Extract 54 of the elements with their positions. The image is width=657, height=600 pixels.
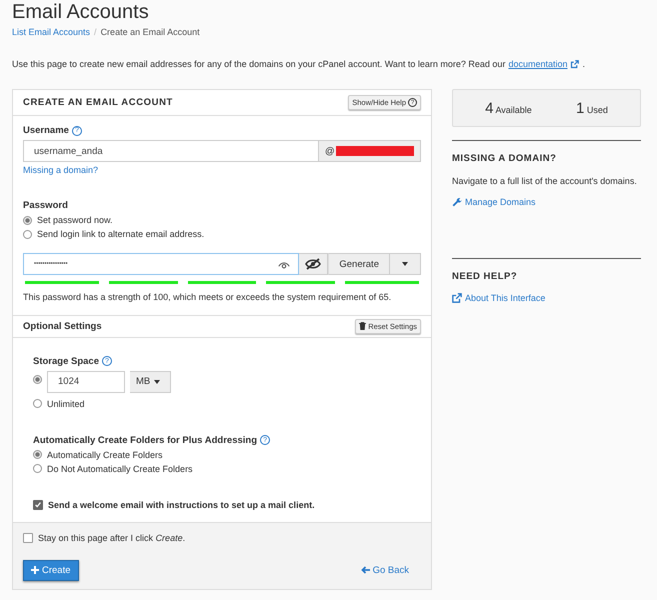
- missing-domain-link[interactable]: Missing a domain?: [23, 165, 421, 175]
- stat-count: 1 Used: [576, 100, 608, 116]
- period-text: .: [582, 59, 585, 69]
- checkbox[interactable]: [33, 500, 43, 510]
- section-heading: MISSING A DOMAIN?: [452, 153, 558, 164]
- radio-label: Set password now.: [37, 215, 113, 225]
- hide-password-button[interactable]: [299, 253, 328, 275]
- breadcrumb-link[interactable]: List Email Accounts: [12, 27, 90, 37]
- folders-label: Automatically Create Folders for Plus Addressing: [33, 434, 258, 446]
- missing-domain-text: Navigate to a full list of the account's domains.: [452, 175, 638, 188]
- radio-button[interactable]: [33, 464, 42, 474]
- breadcrumb-current: Create an Email Account: [100, 27, 200, 37]
- radio-button[interactable]: [23, 230, 32, 238]
- plus-icon: [31, 566, 39, 574]
- at-sign: @: [325, 146, 335, 156]
- username-field[interactable]: username_anda: [23, 140, 319, 162]
- documentation-link[interactable]: documentation: [508, 59, 568, 69]
- section-heading: NEED HELP?: [452, 271, 518, 282]
- radio-button[interactable]: [33, 374, 42, 384]
- create-button[interactable]: Create: [23, 560, 79, 581]
- page-title: Email Accounts: [12, 0, 150, 24]
- intro-text: Use this page to create new email addresses for any of the domains on your cPanel account. Want to learn more? Read our: [12, 59, 506, 69]
- crossed-eye-icon: [305, 258, 322, 270]
- about-interface-link[interactable]: About This Interface: [452, 293, 641, 303]
- eye-icon[interactable]: [278, 260, 290, 268]
- quota-field[interactable]: 1024: [47, 370, 125, 393]
- username-label: Username: [23, 125, 69, 136]
- password-label: Password: [23, 200, 69, 211]
- radio-button[interactable]: [33, 450, 42, 460]
- radio-label: Automatically Create Folders: [47, 450, 163, 460]
- domain-addon[interactable]: @: [319, 140, 421, 162]
- external-link-icon: [570, 60, 580, 68]
- arrow-left-icon: [360, 566, 370, 574]
- checkbox-label: Stay on this page after I click Create.: [38, 532, 186, 543]
- generate-button[interactable]: Generate: [328, 253, 390, 275]
- trash-icon: [359, 322, 366, 330]
- go-back-link[interactable]: Go Back: [360, 564, 409, 576]
- strength-text: This password has a strength of 100, which meets or exceeds the system requirement of 65.: [23, 291, 392, 304]
- checkbox[interactable]: [23, 532, 33, 543]
- stat-count: 4 Available: [485, 100, 532, 116]
- manage-domains-link[interactable]: Manage Domains: [452, 196, 641, 207]
- breadcrumb-separator: /: [94, 27, 97, 37]
- radio-button[interactable]: [23, 216, 32, 224]
- radio-label: Send login link to alternate email address.: [37, 229, 204, 239]
- radio-button[interactable]: [33, 399, 42, 408]
- panel-heading: CREATE AN EMAIL ACCOUNT: [23, 97, 173, 108]
- external-link-icon: [452, 293, 462, 303]
- checkbox-label: Send a welcome email with instructions to set up a mail client.: [48, 500, 315, 510]
- section-heading: Optional Settings: [23, 320, 102, 332]
- storage-label: Storage Space: [33, 356, 99, 367]
- radio-label: Unlimited: [47, 398, 85, 409]
- radio-label: Do Not Automatically Create Folders: [47, 464, 193, 474]
- unit-dropdown[interactable]: MB: [130, 370, 172, 393]
- wrench-icon: [452, 196, 462, 207]
